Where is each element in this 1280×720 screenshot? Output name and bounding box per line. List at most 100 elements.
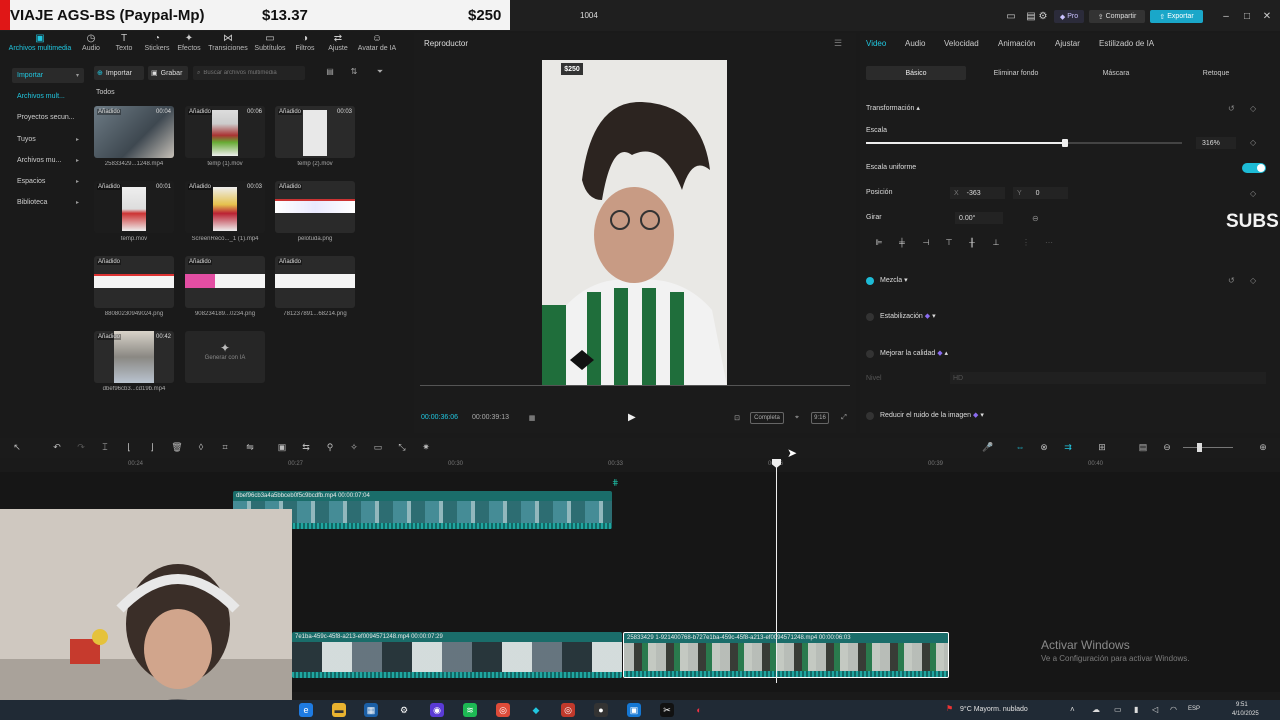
tab-animation[interactable]: Animación bbox=[998, 39, 1035, 48]
caption-icon[interactable]: ▭ bbox=[371, 442, 385, 454]
tool-avatar[interactable]: ☺ Avatar de IA bbox=[354, 33, 400, 57]
nav-media-files[interactable]: Archivos mult... bbox=[12, 89, 84, 104]
zoom-fit-icon[interactable]: ⊕ bbox=[1256, 442, 1270, 454]
magic-icon[interactable]: ✧ bbox=[347, 442, 361, 454]
nav-spaces[interactable]: Espacios ▸ bbox=[12, 174, 84, 189]
tool-filters[interactable]: ◑ Filtros bbox=[288, 33, 322, 57]
language-indicator[interactable]: ESP bbox=[1188, 706, 1200, 712]
subtab-remove-bg[interactable]: Eliminar fondo bbox=[966, 66, 1066, 80]
search-input[interactable] bbox=[203, 70, 294, 76]
aspect-ratio-button[interactable]: 9:16 bbox=[811, 412, 829, 424]
video-preview[interactable] bbox=[542, 60, 727, 386]
sort-icon[interactable]: ⇅ bbox=[348, 67, 360, 79]
capcut-icon[interactable]: ◆ bbox=[529, 703, 543, 717]
media-card[interactable]: Añadido 00:04 25833429...1248.mp4 bbox=[94, 106, 174, 170]
rotate-field[interactable]: 0.00° bbox=[955, 212, 1003, 224]
stabilize-checkbox[interactable] bbox=[866, 313, 874, 321]
minimize-icon[interactable]: – bbox=[1219, 10, 1233, 24]
noise-checkbox[interactable] bbox=[866, 412, 874, 420]
obs-icon[interactable]: ● bbox=[594, 703, 608, 717]
filter-funnel-icon[interactable]: ⏷ bbox=[374, 67, 386, 79]
media-card[interactable]: Añadido 00:03 ScreenReco..._1 (1).mp4 bbox=[185, 181, 265, 245]
maximize-icon[interactable]: □ bbox=[1240, 10, 1254, 24]
media-card[interactable]: Añadido 00:42 dbef96cb3...cd19b.mp4 bbox=[94, 331, 174, 395]
media-card[interactable]: Añadido 908234189...0234.png bbox=[185, 256, 265, 320]
tool-transitions[interactable]: ⋈ Transiciones bbox=[206, 33, 250, 57]
nav-library[interactable]: Biblioteca ▸ bbox=[12, 195, 84, 210]
player-scrubber[interactable] bbox=[420, 385, 850, 386]
microphone-icon[interactable]: 🎤 bbox=[981, 442, 995, 454]
record-button[interactable]: ▣ Grabar bbox=[148, 66, 188, 80]
chrome-2-icon[interactable]: ◎ bbox=[561, 703, 575, 717]
speed-icon[interactable]: ⚲ bbox=[323, 442, 337, 454]
tool-text[interactable]: T Texto bbox=[107, 33, 141, 57]
generate-ai-card[interactable]: ✦ Generar con IA bbox=[185, 331, 265, 383]
folder-icon[interactable]: ▬ bbox=[332, 703, 346, 717]
chrome-icon[interactable]: ◎ bbox=[496, 703, 510, 717]
reset-icon[interactable]: ↺ bbox=[1228, 104, 1235, 113]
zoom-fit-icon[interactable]: ⊡ bbox=[731, 412, 743, 424]
undo-icon[interactable]: ↶ bbox=[50, 442, 64, 454]
keyframe-icon[interactable]: ◇ bbox=[1250, 276, 1256, 285]
media-search[interactable]: ⌕ bbox=[193, 66, 305, 80]
spotify-icon[interactable]: ≋ bbox=[463, 703, 477, 717]
align-center-h-icon[interactable]: ╪ bbox=[895, 238, 909, 250]
split-right-icon[interactable]: ⌋ bbox=[145, 442, 159, 454]
timeline-clip-selected[interactable]: 25833429 1-921400768-b727e1ba-459c-45f8-… bbox=[623, 632, 949, 678]
blend-checkbox[interactable] bbox=[866, 277, 874, 285]
timeline-clip[interactable]: 7e1ba-459c-45f8-a213-ef0094571248.mp4 00… bbox=[292, 632, 622, 678]
distribute-h-icon[interactable]: ⋮ bbox=[1019, 238, 1033, 250]
subtab-mask[interactable]: Máscara bbox=[1066, 66, 1166, 80]
delete-icon[interactable]: 🗑 bbox=[170, 442, 184, 454]
layout-icon[interactable]: ▭ bbox=[1004, 10, 1018, 24]
tab-speed[interactable]: Velocidad bbox=[944, 39, 979, 48]
subtab-retouch[interactable]: Retoque bbox=[1166, 66, 1266, 80]
media-card[interactable]: Añadido pelotuda.png bbox=[275, 181, 355, 245]
capcut-active-icon[interactable]: ✂ bbox=[660, 703, 674, 717]
tool-stickers[interactable]: ◔ Stickers bbox=[140, 33, 174, 57]
media-card[interactable]: Añadido 781237891...68214.png bbox=[275, 256, 355, 320]
zoom-slider[interactable] bbox=[1183, 447, 1233, 448]
nav-secondary-projects[interactable]: Proyectos secun... bbox=[12, 110, 84, 125]
scale-slider-handle[interactable] bbox=[1062, 139, 1069, 147]
enhance-checkbox[interactable] bbox=[866, 350, 874, 358]
quality-full-button[interactable]: Completa bbox=[750, 412, 784, 424]
settings-icon[interactable]: ⚙ bbox=[1036, 10, 1050, 24]
redo-icon[interactable]: ↷ bbox=[74, 442, 88, 454]
subtab-basic[interactable]: Básico bbox=[866, 66, 966, 80]
enhance-section[interactable]: Mejorar la calidad ◆ ▴ bbox=[880, 349, 948, 357]
preview-axis-icon[interactable]: ⇉ bbox=[1061, 442, 1075, 454]
align-right-icon[interactable]: ⊣ bbox=[919, 238, 933, 250]
media-card[interactable]: Añadido 88080230949024.png bbox=[94, 256, 174, 320]
play-icon[interactable]: ▶ bbox=[628, 412, 640, 424]
tool-audio[interactable]: ◷ Audio bbox=[74, 33, 108, 57]
align-left-icon[interactable]: ⊫ bbox=[872, 238, 886, 250]
reset-icon[interactable]: ↺ bbox=[1228, 276, 1235, 285]
blend-section[interactable]: Mezcla ▾ bbox=[880, 276, 908, 284]
reverse-icon[interactable]: ⇆ bbox=[299, 442, 313, 454]
keyframe-icon[interactable]: ◇ bbox=[1250, 138, 1256, 147]
align-center-v-icon[interactable]: ╫ bbox=[965, 238, 979, 250]
playhead[interactable] bbox=[776, 461, 777, 683]
rotate-dial-icon[interactable]: ⊖ bbox=[1032, 214, 1039, 223]
grid-view-icon[interactable]: ▤ bbox=[324, 67, 336, 79]
split-left-icon[interactable]: ⌊ bbox=[122, 442, 136, 454]
app-red-icon[interactable]: ◐ bbox=[692, 703, 706, 717]
distribute-v-icon[interactable]: ⋯ bbox=[1042, 238, 1056, 250]
media-card[interactable]: Añadido 00:01 temp.mov bbox=[94, 181, 174, 245]
keyframe-icon[interactable]: ◇ bbox=[1250, 189, 1256, 198]
tab-adjust[interactable]: Ajustar bbox=[1055, 39, 1080, 48]
uniform-scale-toggle[interactable] bbox=[1242, 163, 1266, 173]
ai-cut-icon[interactable]: ✷ bbox=[419, 442, 433, 454]
tool-effects[interactable]: ✦ Efectos bbox=[172, 33, 206, 57]
nav-yours[interactable]: Tuyos ▸ bbox=[12, 132, 84, 147]
position-y-field[interactable]: Y0 bbox=[1013, 187, 1068, 199]
magnet-icon[interactable]: ⊗ bbox=[1037, 442, 1051, 454]
position-x-field[interactable]: X -363 bbox=[950, 187, 1005, 199]
snap-icon[interactable]: ⊞ bbox=[1095, 442, 1109, 454]
snapshot-icon[interactable]: ⌖ bbox=[791, 412, 803, 424]
noise-section[interactable]: Reducir el ruido de la imagen ◆ ▾ bbox=[880, 411, 984, 419]
tool-adjust[interactable]: ⇄ Ajuste bbox=[321, 33, 355, 57]
media-card[interactable]: Añadido 00:06 temp (1).mov bbox=[185, 106, 265, 170]
select-tool-icon[interactable]: ↖ bbox=[10, 442, 24, 454]
